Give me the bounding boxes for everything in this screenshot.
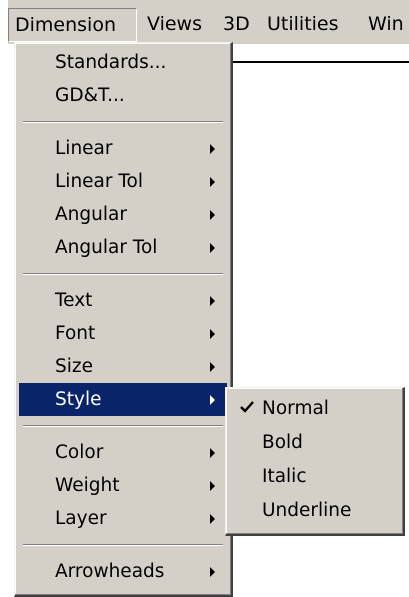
document-edge-line xyxy=(232,61,409,63)
menu-utilities[interactable]: Utilities xyxy=(264,8,339,42)
menu-item-angular-tol[interactable]: Angular Tol xyxy=(19,231,227,264)
menu-item-linear[interactable]: Linear xyxy=(19,132,227,165)
menu-item-label: Angular xyxy=(55,204,127,225)
submenu-item-label: Bold xyxy=(262,432,303,453)
menu-item-angular[interactable]: Angular xyxy=(19,198,227,231)
submenu-item-label: Normal xyxy=(262,398,329,419)
submenu-arrow-icon xyxy=(210,481,215,491)
menu-item-label: Size xyxy=(55,356,93,377)
style-submenu: Normal Bold Italic Underline xyxy=(225,387,405,536)
menu-item-label: Linear xyxy=(55,138,113,159)
menu-item-gd-t[interactable]: GD&T... xyxy=(19,79,227,112)
menu-item-label: Arrowheads xyxy=(55,561,165,582)
menu-item-style[interactable]: Style xyxy=(19,383,227,416)
submenu-arrow-icon xyxy=(210,329,215,339)
menu-item-label: Text xyxy=(55,290,93,311)
menu-item-label: Angular Tol xyxy=(55,237,158,258)
submenu-arrow-icon xyxy=(210,362,215,372)
menu-item-label: Standards... xyxy=(55,52,167,73)
submenu-item-label: Underline xyxy=(262,500,352,521)
menu-item-arrowheads[interactable]: Arrowheads xyxy=(19,555,227,588)
menu-separator xyxy=(23,425,223,427)
submenu-item-normal[interactable]: Normal xyxy=(230,392,399,425)
submenu-arrow-icon xyxy=(210,144,215,154)
submenu-arrow-icon xyxy=(210,567,215,577)
menu-item-label: GD&T... xyxy=(55,85,125,106)
menu-item-label: Layer xyxy=(55,508,107,529)
menu-separator xyxy=(23,121,223,123)
submenu-item-underline[interactable]: Underline xyxy=(230,494,399,527)
menu-item-label: Color xyxy=(55,442,104,463)
submenu-item-bold[interactable]: Bold xyxy=(230,426,399,459)
menu-item-linear-tol[interactable]: Linear Tol xyxy=(19,165,227,198)
menu-separator xyxy=(23,544,223,546)
submenu-arrow-icon xyxy=(210,177,215,187)
menu-item-color[interactable]: Color xyxy=(19,436,227,469)
menu-item-weight[interactable]: Weight xyxy=(19,469,227,502)
menu-item-text[interactable]: Text xyxy=(19,284,227,317)
menu-item-standards[interactable]: Standards... xyxy=(19,46,227,79)
submenu-arrow-icon xyxy=(210,395,215,405)
menu-item-label: Linear Tol xyxy=(55,171,143,192)
menu-item-layer[interactable]: Layer xyxy=(19,502,227,535)
submenu-arrow-icon xyxy=(210,296,215,306)
menu-separator xyxy=(23,273,223,275)
menu-views[interactable]: Views xyxy=(144,8,202,42)
submenu-arrow-icon xyxy=(210,210,215,220)
submenu-arrow-icon xyxy=(210,448,215,458)
menu-dimension[interactable]: Dimension xyxy=(8,8,137,42)
menu-bar: Dimension Views 3D Utilities Win xyxy=(8,0,409,44)
submenu-item-italic[interactable]: Italic xyxy=(230,460,399,493)
menu-item-label: Font xyxy=(55,323,96,344)
menu-window[interactable]: Win xyxy=(365,8,404,42)
menu-item-font[interactable]: Font xyxy=(19,317,227,350)
menu-3d[interactable]: 3D xyxy=(220,8,250,42)
submenu-arrow-icon xyxy=(210,514,215,524)
menu-item-label: Weight xyxy=(55,475,120,496)
menu-item-label: Style xyxy=(55,389,102,410)
submenu-arrow-icon xyxy=(210,243,215,253)
checkmark-icon xyxy=(240,401,254,413)
menu-item-size[interactable]: Size xyxy=(19,350,227,383)
submenu-item-label: Italic xyxy=(262,466,307,487)
dimension-dropdown-menu: Standards... GD&T... Linear Linear Tol Angul… xyxy=(14,42,233,597)
